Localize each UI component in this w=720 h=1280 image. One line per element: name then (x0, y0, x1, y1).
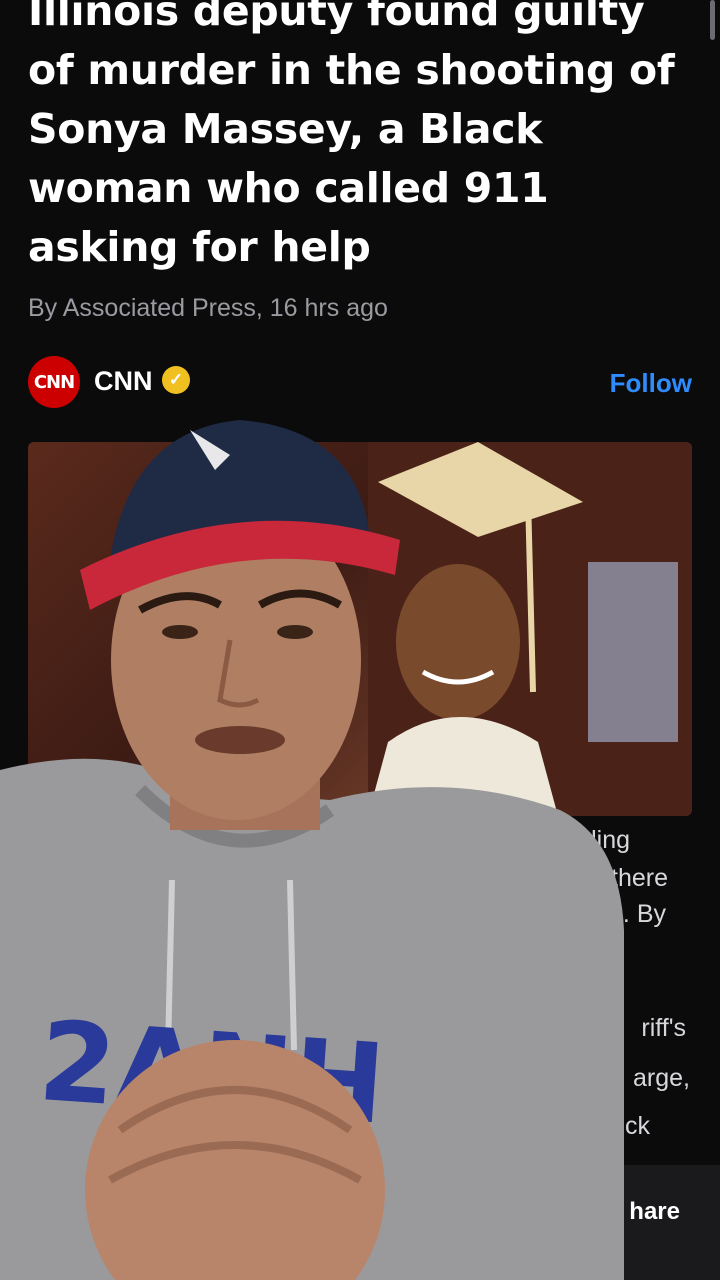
article-headline: Illinois deputy found guilty of murder i… (28, 0, 675, 271)
body-fragment: ck (625, 1112, 650, 1140)
verified-badge-icon: ✓ (162, 366, 190, 394)
article-byline: By Associated Press, 16 hrs ago (28, 294, 388, 322)
body-fragment: riff's (641, 1014, 686, 1042)
body-fragment: arge, (633, 1064, 690, 1092)
follow-button[interactable]: Follow (610, 368, 692, 399)
body-fragment: . By (622, 900, 666, 928)
source-name[interactable]: CNN (94, 366, 153, 397)
cnn-logo[interactable]: CNN (28, 356, 80, 408)
source-row: CNN CNN ✓ Follow (28, 356, 692, 408)
scrollbar[interactable] (710, 0, 715, 40)
presenter-overlay: 2ANH (0, 420, 624, 1280)
share-button[interactable]: hare (629, 1198, 680, 1226)
